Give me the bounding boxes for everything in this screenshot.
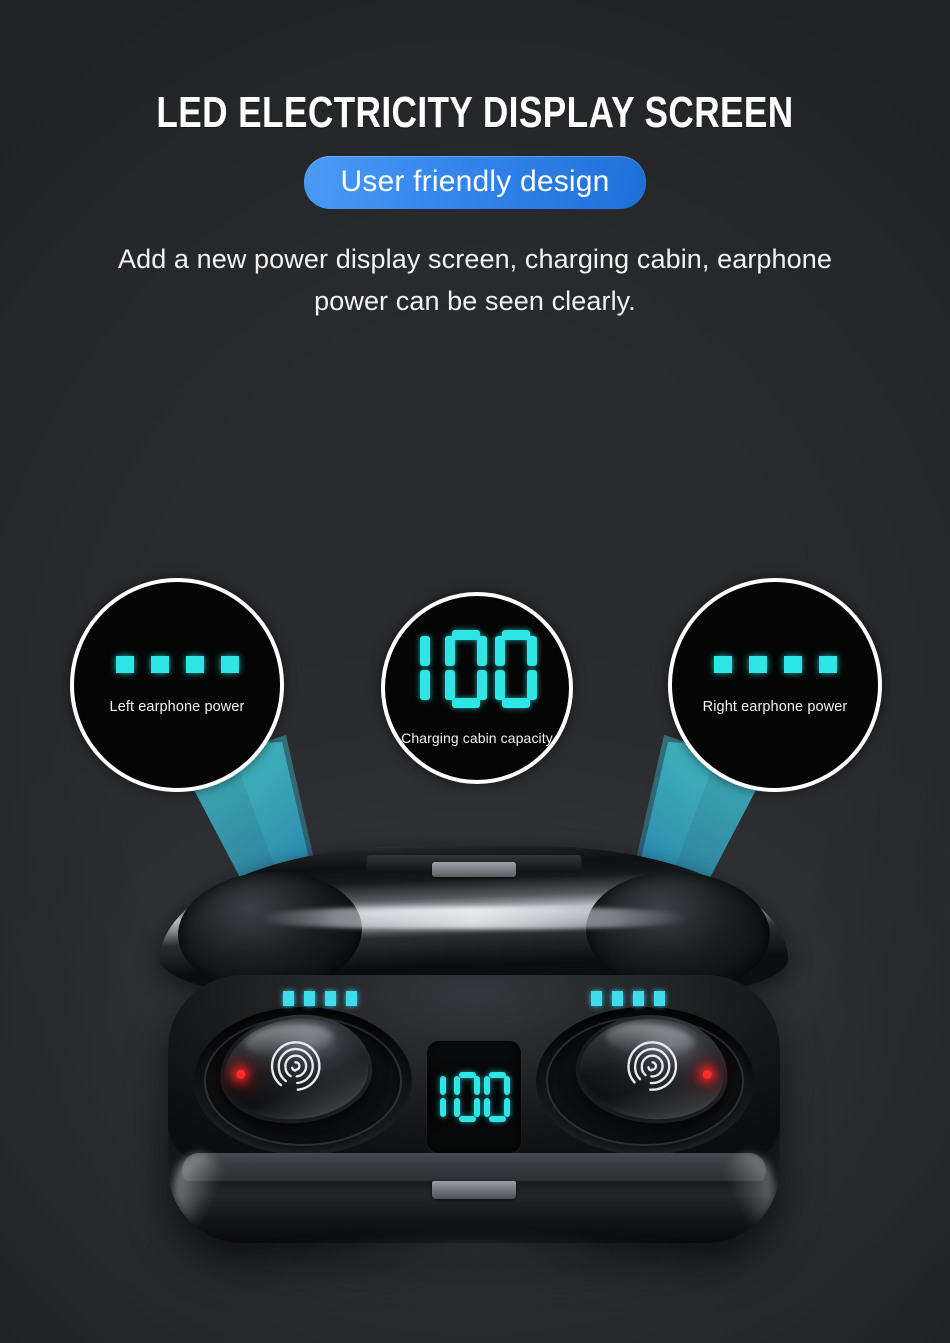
case-led-bars-left (283, 991, 357, 1006)
lid-gloss-highlight (260, 906, 688, 929)
case-reflection (205, 1238, 745, 1300)
product-photo (0, 0, 950, 1343)
case-led-segment (283, 991, 294, 1006)
case-led-segment (346, 991, 357, 1006)
lid-hinge-clip (432, 862, 516, 877)
case-led-segment (325, 991, 336, 1006)
case-lcd-digit-1 (438, 1072, 450, 1122)
case-led-segment (591, 991, 602, 1006)
case-led-bars-right (591, 991, 665, 1006)
case-led-segment (304, 991, 315, 1006)
case-led-segment (612, 991, 623, 1006)
fingerprint-icon (627, 1041, 678, 1091)
case-battery-display-panel (427, 1041, 521, 1153)
case-lcd-digit-0a (454, 1072, 480, 1122)
earbud-status-led-left (235, 1069, 246, 1079)
case-edge-highlight-left (174, 1153, 226, 1225)
charging-case-base (168, 975, 780, 1243)
case-led-segment (633, 991, 644, 1006)
case-lcd-digit-0b (484, 1072, 510, 1122)
case-led-segment (654, 991, 665, 1006)
product-feature-page: LED ELECTRICITY DISPLAY SCREEN User frie… (0, 0, 950, 1343)
case-lcd (436, 1072, 512, 1122)
case-latch (432, 1181, 516, 1199)
fingerprint-icon (270, 1041, 321, 1091)
case-edge-highlight-right (722, 1153, 774, 1225)
